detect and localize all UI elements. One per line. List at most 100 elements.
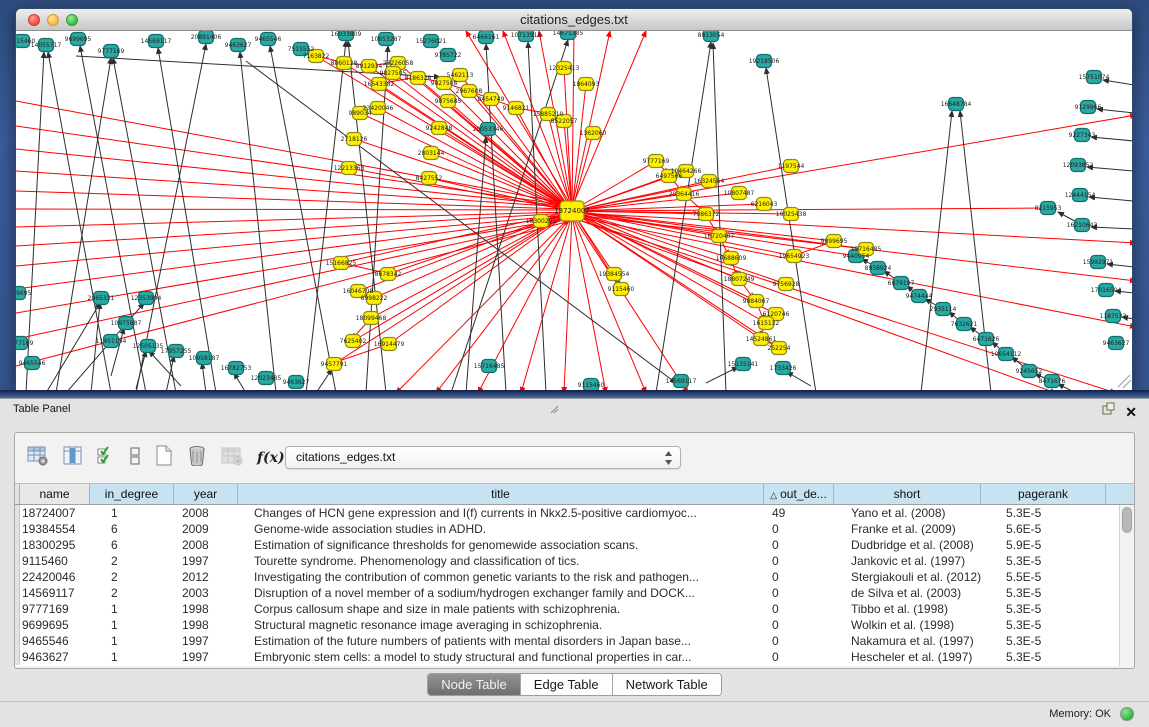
tab-network-table[interactable]: Network Table — [613, 674, 721, 695]
graph-edge[interactable] — [16, 216, 569, 289]
graph-edge[interactable] — [16, 209, 567, 210]
cell-name[interactable]: 18300295 — [20, 537, 90, 553]
cell-year[interactable]: 2008 — [174, 505, 238, 521]
cell-name[interactable]: 9463627 — [20, 649, 90, 665]
cell-name[interactable]: 22420046 — [20, 569, 90, 585]
show-columns-icon[interactable] — [63, 446, 83, 471]
column-header-name[interactable]: name — [20, 484, 90, 504]
cell-out_de[interactable]: 0 — [764, 617, 834, 633]
cell-short[interactable]: Nakamura et al. (1997) — [834, 633, 981, 649]
graph-edge[interactable] — [1089, 197, 1132, 201]
column-header-in_degree[interactable]: in_degree — [90, 484, 174, 504]
cell-year[interactable]: 1998 — [174, 601, 238, 617]
cell-title[interactable]: Corpus callosum shape and size in male p… — [238, 601, 764, 617]
graph-edge[interactable] — [316, 369, 332, 391]
cell-name[interactable]: 9115460 — [20, 553, 90, 569]
cell-out_de[interactable]: 0 — [764, 585, 834, 601]
cell-in_degree[interactable]: 1 — [90, 617, 174, 633]
cell-pagerank[interactable]: 5.3E-5 — [981, 617, 1106, 633]
cell-year[interactable]: 2008 — [174, 537, 238, 553]
cell-out_de[interactable]: 0 — [764, 537, 834, 553]
cell-name[interactable]: 9777169 — [20, 601, 90, 617]
close-panel-icon[interactable]: ✕ — [1125, 405, 1137, 419]
cell-short[interactable]: Dudbridge et al. (2008) — [834, 537, 981, 553]
graph-edge[interactable] — [1091, 137, 1132, 141]
table-options-icon[interactable] — [27, 446, 49, 471]
graph-edge[interactable] — [576, 213, 1132, 243]
cell-pagerank[interactable]: 5.3E-5 — [981, 649, 1106, 665]
cell-year[interactable]: 1997 — [174, 649, 238, 665]
graph-edge[interactable] — [389, 211, 572, 344]
cell-in_degree[interactable]: 6 — [90, 537, 174, 553]
column-header-title[interactable]: title — [238, 484, 764, 504]
cell-short[interactable]: Hescheler et al. (1997) — [834, 649, 981, 665]
function-builder-icon[interactable]: f(x) — [257, 449, 285, 467]
cell-out_de[interactable]: 0 — [764, 569, 834, 585]
cell-year[interactable]: 1997 — [174, 553, 238, 569]
cell-title[interactable]: Genome-wide association studies in ADHD. — [238, 521, 764, 537]
cell-in_degree[interactable]: 1 — [90, 649, 174, 665]
cell-pagerank[interactable]: 5.3E-5 — [981, 601, 1106, 617]
cell-title[interactable]: Changes of HCN gene expression and I(f) … — [238, 505, 764, 521]
close-window-button[interactable] — [28, 14, 40, 26]
cell-in_degree[interactable]: 1 — [90, 601, 174, 617]
graph-edge[interactable] — [572, 84, 586, 211]
cell-short[interactable]: Franke et al. (2009) — [834, 521, 981, 537]
table-row[interactable]: 1830029562008Estimation of significance … — [15, 537, 1134, 553]
cell-pagerank[interactable]: 5.5E-5 — [981, 569, 1106, 585]
table-selector-dropdown[interactable]: citations_edges.txt — [285, 446, 681, 469]
cell-out_de[interactable]: 49 — [764, 505, 834, 521]
cell-pagerank[interactable]: 5.9E-5 — [981, 537, 1106, 553]
zoom-window-button[interactable] — [66, 14, 78, 26]
trash-icon[interactable] — [187, 445, 207, 471]
network-window-titlebar[interactable]: citations_edges.txt — [16, 9, 1132, 31]
graph-edge[interactable] — [1097, 109, 1132, 113]
network-canvas[interactable]: 9115460140557179699695977716914569117208… — [16, 31, 1132, 391]
cell-pagerank[interactable]: 5.3E-5 — [981, 633, 1106, 649]
table-row[interactable]: 946554611997Estimation of the future num… — [15, 633, 1134, 649]
graph-edge[interactable] — [158, 48, 216, 391]
column-header-short[interactable]: short — [834, 484, 981, 504]
cell-year[interactable]: 2003 — [174, 585, 238, 601]
cell-in_degree[interactable]: 2 — [90, 569, 174, 585]
panel-resize-grip-icon[interactable] — [550, 401, 560, 421]
graph-edge[interactable] — [16, 212, 567, 227]
cell-year[interactable]: 2009 — [174, 521, 238, 537]
graph-edge[interactable] — [240, 52, 276, 391]
graph-edge[interactable] — [787, 372, 811, 386]
graph-edge[interactable] — [960, 111, 991, 391]
table-row[interactable]: 911546021997Tourette syndrome. Phenomeno… — [15, 553, 1134, 569]
column-header-out_de[interactable]: △out_de... — [764, 484, 834, 504]
cell-name[interactable]: 14569117 — [20, 585, 90, 601]
table-row[interactable]: 1938455462009Genome-wide association stu… — [15, 521, 1134, 537]
cell-short[interactable]: Stergiakouli et al. (2012) — [834, 569, 981, 585]
cell-title[interactable]: Embryonic stem cells: a model to study s… — [238, 649, 764, 665]
tab-edge-table[interactable]: Edge Table — [521, 674, 613, 695]
graph-edge[interactable] — [46, 303, 100, 391]
cell-name[interactable]: 18724007 — [20, 505, 90, 521]
cell-pagerank[interactable]: 5.6E-5 — [981, 521, 1106, 537]
table-row[interactable]: 946362711997Embryonic stem cells: a mode… — [15, 649, 1134, 665]
graph-edge[interactable] — [576, 217, 1132, 327]
cell-out_de[interactable]: 0 — [764, 553, 834, 569]
cell-year[interactable]: 1997 — [174, 633, 238, 649]
cell-title[interactable]: Estimation of the future numbers of pati… — [238, 633, 764, 649]
cell-short[interactable]: de Silva et al. (2003) — [834, 585, 981, 601]
cell-short[interactable]: Tibbo et al. (1998) — [834, 601, 981, 617]
table-row[interactable]: 1872400712008Changes of HCN gene express… — [15, 505, 1134, 521]
graph-edge[interactable] — [706, 367, 738, 383]
cell-in_degree[interactable]: 6 — [90, 521, 174, 537]
delete-table-disabled-icon[interactable] — [221, 446, 243, 471]
column-header-year[interactable]: year — [174, 484, 238, 504]
row-checks-icon[interactable] — [97, 446, 115, 471]
cell-title[interactable]: Investigating the contribution of common… — [238, 569, 764, 585]
cell-title[interactable]: Tourette syndrome. Phenomenology and cla… — [238, 553, 764, 569]
table-row[interactable]: 977716911998Corpus callosum shape and si… — [15, 601, 1134, 617]
graph-edge[interactable] — [16, 219, 570, 339]
cell-short[interactable]: Jankovic et al. (1997) — [834, 553, 981, 569]
graph-edge[interactable] — [1087, 167, 1132, 171]
graph-edge[interactable] — [576, 219, 1056, 391]
cell-short[interactable]: Wolkin et al. (1998) — [834, 617, 981, 633]
cell-out_de[interactable]: 0 — [764, 521, 834, 537]
cell-in_degree[interactable]: 1 — [90, 505, 174, 521]
